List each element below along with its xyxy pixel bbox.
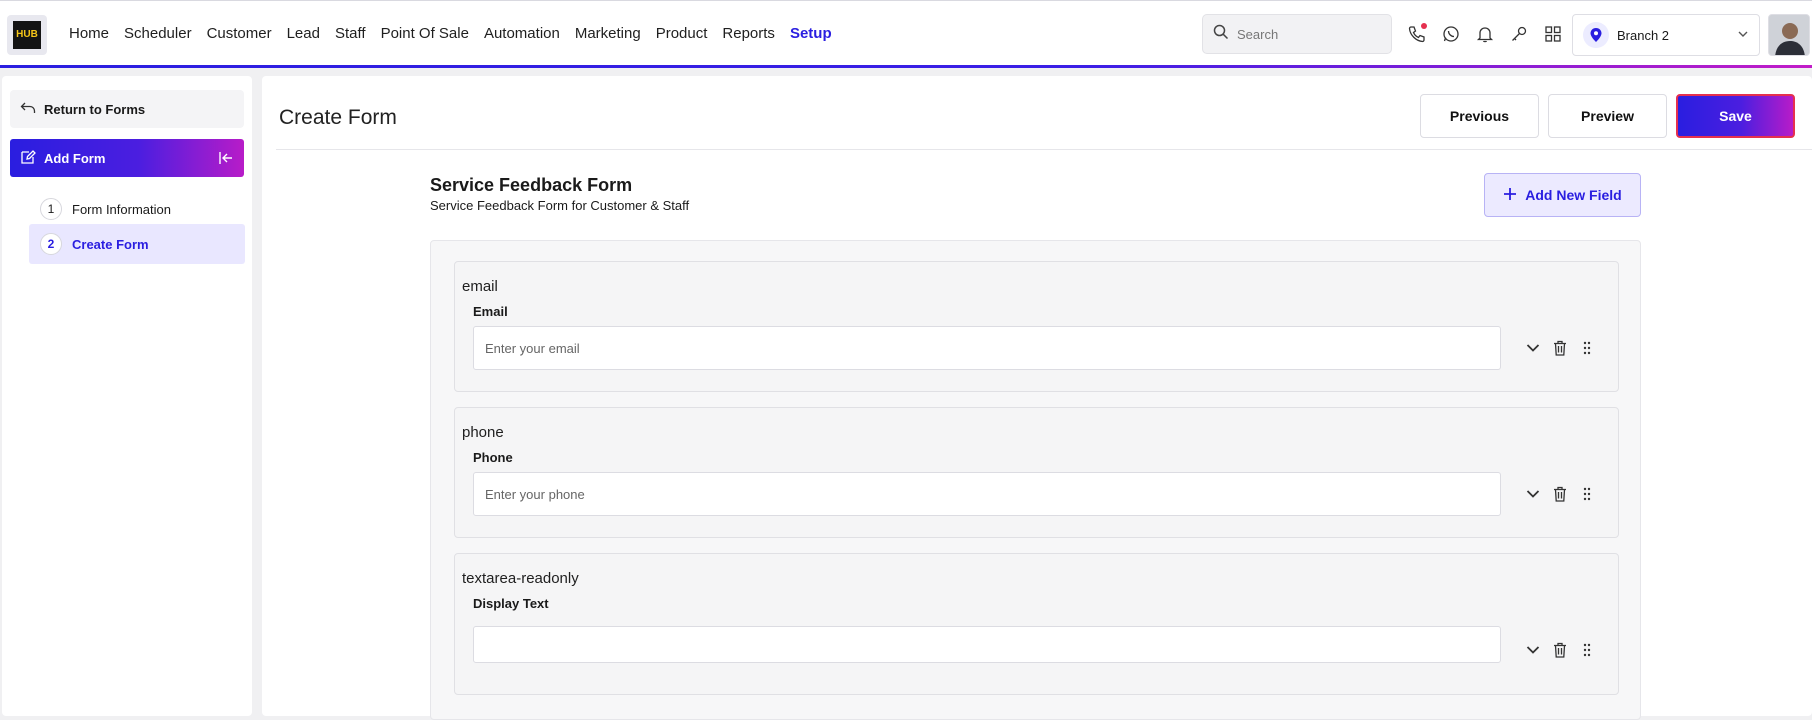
apps-grid-icon[interactable] — [1542, 23, 1564, 45]
trash-icon[interactable] — [1551, 338, 1568, 358]
field-label: Email — [473, 304, 508, 319]
form-subtitle: Service Feedback Form for Customer & Sta… — [430, 198, 690, 213]
step-form-information[interactable]: 1 Form Information — [29, 189, 245, 229]
nav-reports[interactable]: Reports — [722, 25, 775, 42]
nav-marketing[interactable]: Marketing — [575, 25, 641, 42]
main-nav: Home Scheduler Customer Lead Staff Point… — [69, 25, 832, 42]
form-title: Service Feedback Form — [430, 175, 633, 195]
add-new-field-label: Add New Field — [1525, 187, 1622, 203]
phone-field[interactable] — [473, 472, 1501, 516]
app-logo[interactable]: HUB — [7, 15, 47, 55]
field-label: Display Text — [473, 596, 549, 611]
field-actions — [1524, 640, 1595, 660]
display-text-field[interactable] — [473, 626, 1501, 663]
form-field-card: phone Phone — [454, 407, 1619, 538]
header-divider — [276, 149, 1812, 150]
nav-customer[interactable]: Customer — [207, 25, 272, 42]
nav-setup[interactable]: Setup — [790, 25, 832, 42]
trash-icon[interactable] — [1551, 484, 1568, 504]
header-accent-line — [0, 65, 1812, 68]
field-actions — [1524, 484, 1595, 504]
nav-lead[interactable]: Lead — [287, 25, 320, 42]
step-label: Form Information — [72, 201, 171, 217]
email-field[interactable] — [473, 326, 1501, 370]
form-field-card: email Email — [454, 261, 1619, 392]
branch-selector[interactable]: Branch 2 — [1572, 14, 1760, 56]
form-fields-container: email Email phone Phone — [430, 240, 1641, 720]
drag-handle-icon[interactable] — [1578, 640, 1595, 660]
add-form-section-header: Add Form — [10, 139, 244, 177]
form-field-card: textarea-readonly Display Text — [454, 553, 1619, 695]
previous-button[interactable]: Previous — [1420, 94, 1539, 138]
search-input[interactable] — [1237, 26, 1377, 42]
add-new-field-button[interactable]: Add New Field — [1484, 173, 1641, 217]
edit-form-icon — [20, 149, 36, 168]
header-icons — [1406, 23, 1564, 45]
phone-icon[interactable] — [1406, 23, 1428, 45]
field-type: email — [462, 278, 498, 295]
save-button[interactable]: Save — [1676, 94, 1795, 138]
nav-scheduler[interactable]: Scheduler — [124, 25, 192, 42]
chevron-down-icon[interactable] — [1524, 640, 1541, 660]
sidebar: Return to Forms Add Form 1 Form Informat… — [2, 76, 252, 716]
location-pin-icon — [1583, 22, 1609, 48]
step-create-form[interactable]: 2 Create Form — [29, 224, 245, 264]
chevron-down-icon[interactable] — [1524, 338, 1541, 358]
whatsapp-icon[interactable] — [1440, 23, 1462, 45]
nav-automation[interactable]: Automation — [484, 25, 560, 42]
page-title: Create Form — [279, 106, 397, 129]
main-content: Create Form Previous Preview Save Servic… — [262, 76, 1812, 720]
key-icon[interactable] — [1508, 23, 1530, 45]
collapse-sidebar-icon[interactable] — [218, 150, 234, 169]
back-arrow-icon — [20, 101, 36, 118]
field-actions — [1524, 338, 1595, 358]
drag-handle-icon[interactable] — [1578, 484, 1595, 504]
trash-icon[interactable] — [1551, 640, 1568, 660]
plus-icon — [1503, 187, 1517, 204]
field-label: Phone — [473, 450, 513, 465]
bell-icon[interactable] — [1474, 23, 1496, 45]
return-to-forms-button[interactable]: Return to Forms — [10, 90, 244, 128]
field-type: phone — [462, 424, 504, 441]
step-label: Create Form — [72, 236, 149, 252]
search-icon — [1213, 24, 1229, 45]
chevron-down-icon[interactable] — [1524, 484, 1541, 504]
logo-mark: HUB — [13, 21, 41, 49]
step-number: 1 — [40, 198, 62, 220]
top-navbar: HUB Home Scheduler Customer Lead Staff P… — [0, 0, 1812, 66]
avatar[interactable] — [1768, 14, 1810, 56]
preview-button[interactable]: Preview — [1548, 94, 1667, 138]
nav-product[interactable]: Product — [656, 25, 708, 42]
step-number: 2 — [40, 233, 62, 255]
chevron-down-icon — [1737, 28, 1749, 43]
search-box — [1202, 14, 1392, 54]
field-type: textarea-readonly — [462, 570, 579, 587]
nav-staff[interactable]: Staff — [335, 25, 366, 42]
nav-home[interactable]: Home — [69, 25, 109, 42]
drag-handle-icon[interactable] — [1578, 338, 1595, 358]
add-form-label: Add Form — [44, 150, 106, 166]
nav-point-of-sale[interactable]: Point Of Sale — [381, 25, 469, 42]
return-label: Return to Forms — [44, 101, 146, 117]
branch-label: Branch 2 — [1617, 27, 1670, 43]
